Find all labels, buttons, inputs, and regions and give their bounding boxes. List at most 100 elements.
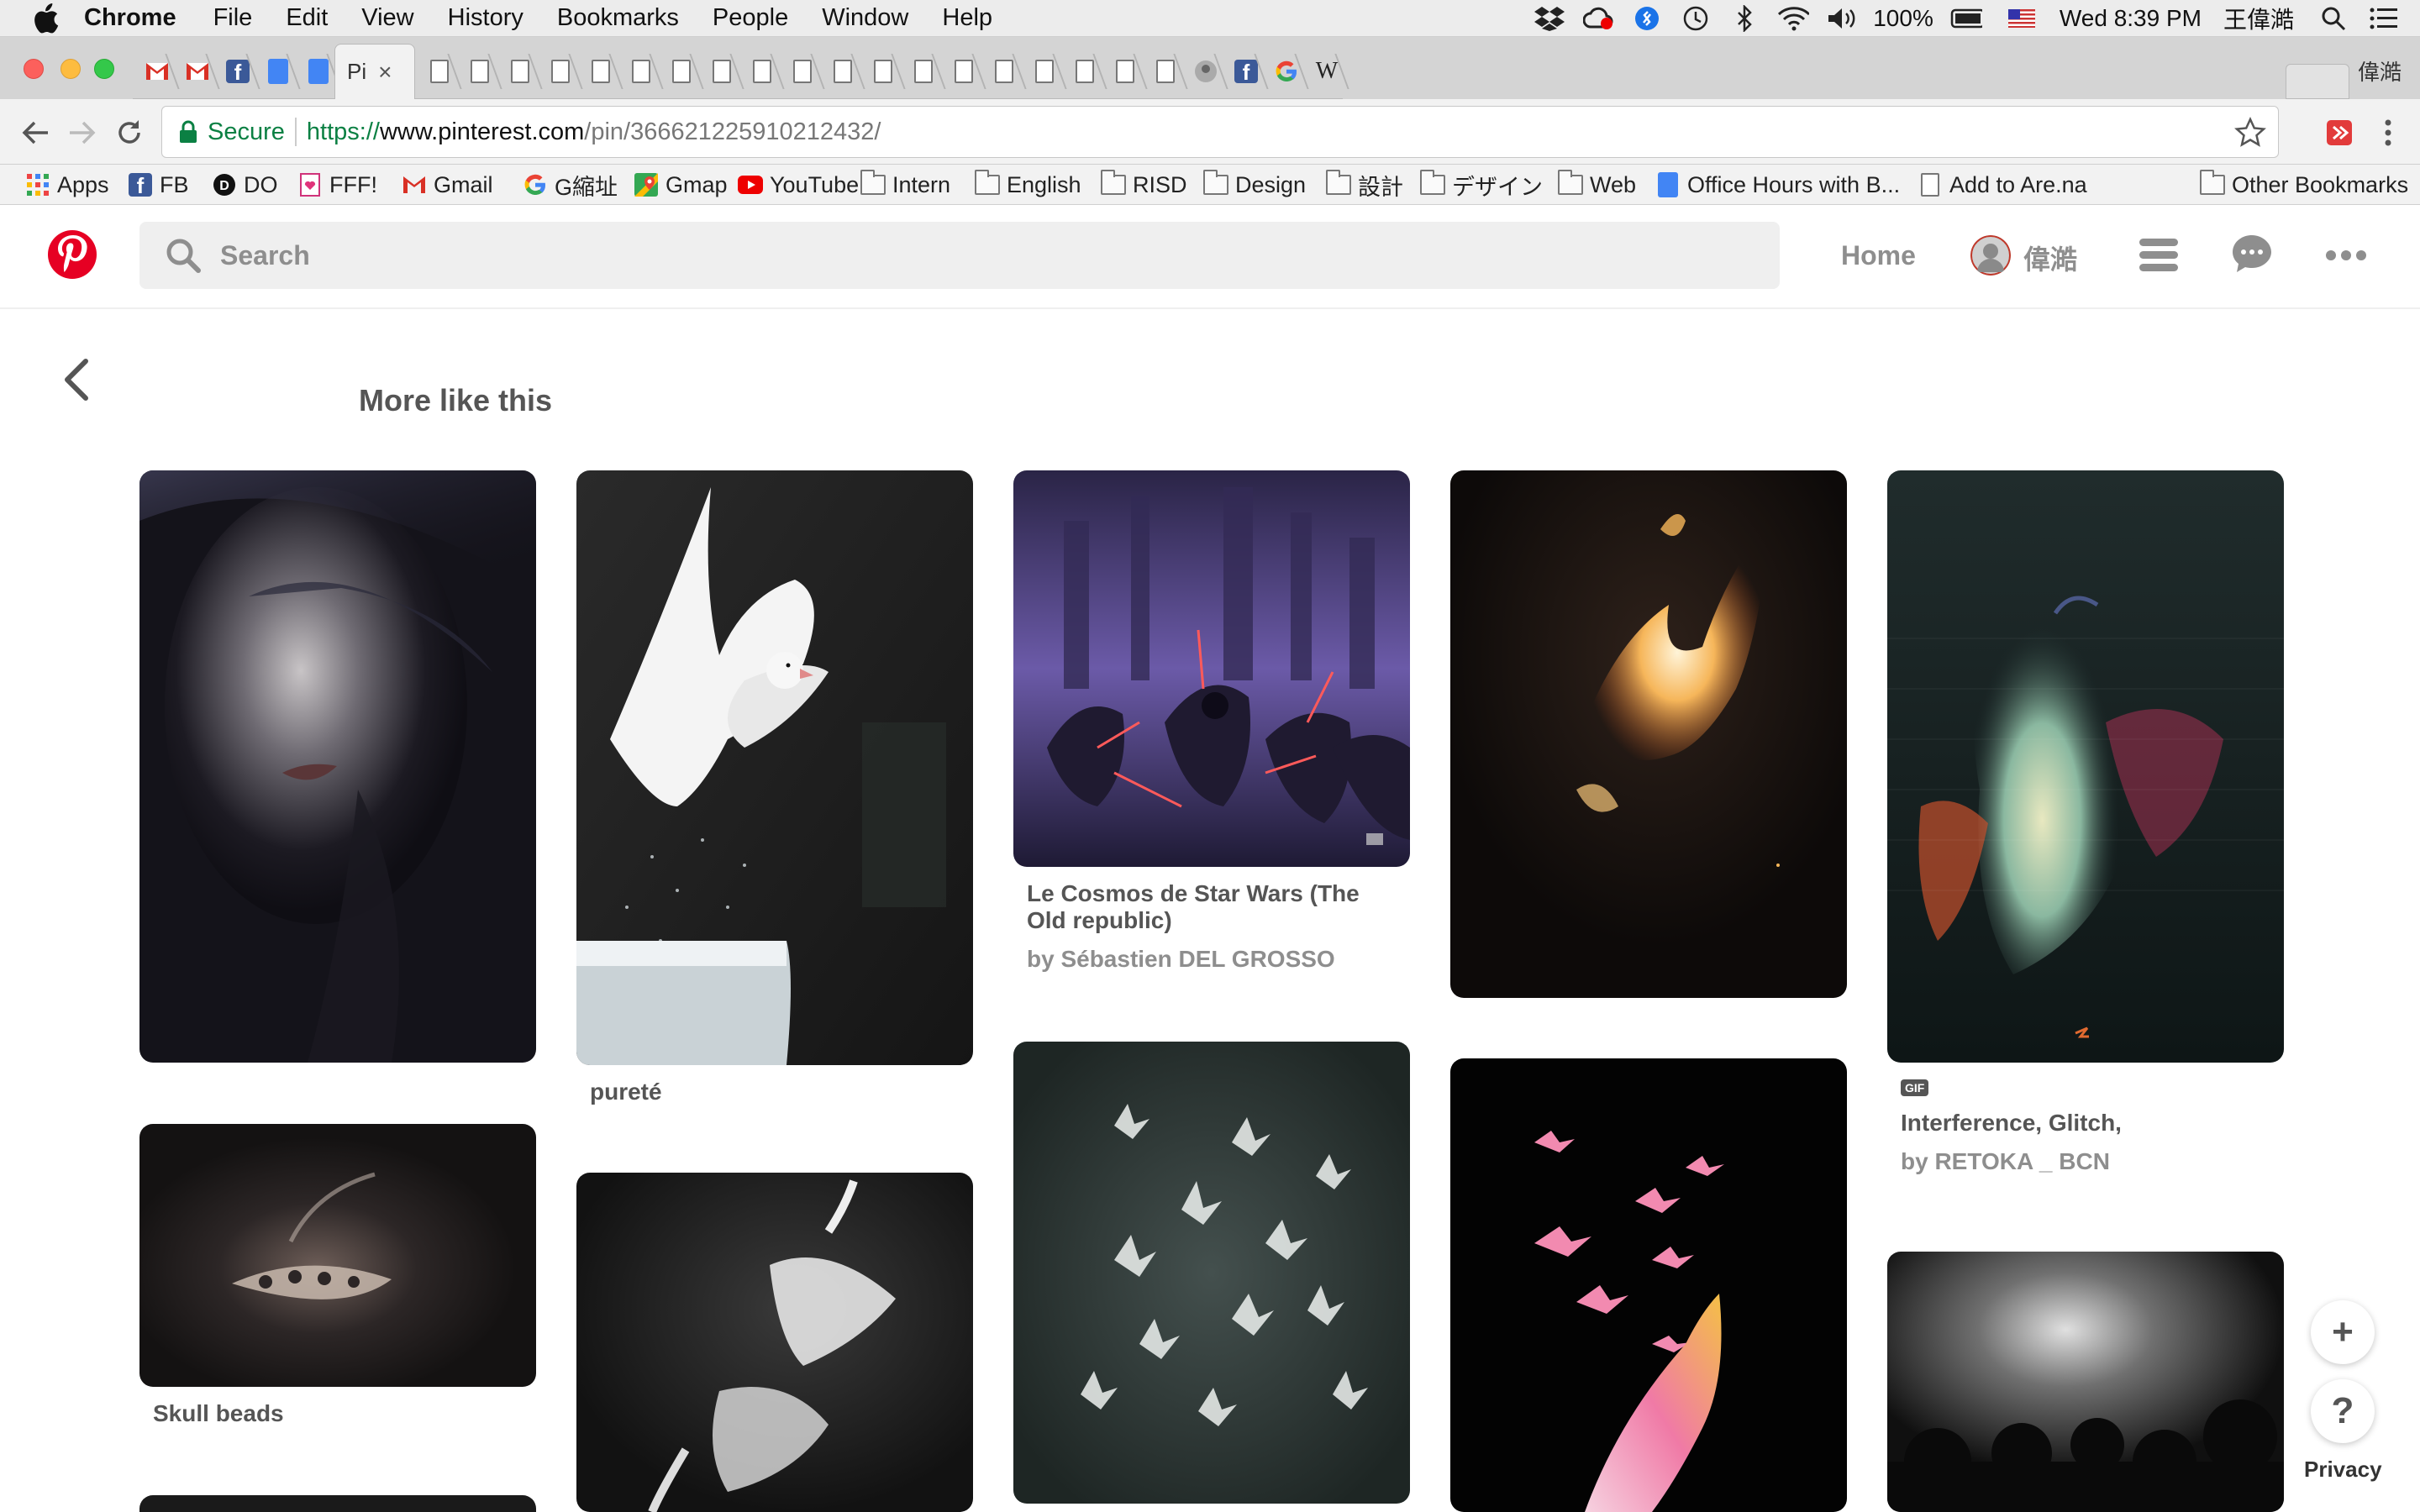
bookmark-item[interactable]: Office Hours with B... [1655,170,1900,200]
apple-icon[interactable] [29,2,62,35]
pin-title[interactable]: Le Cosmos de Star Wars (The Old republic… [1027,880,1397,934]
tab-4[interactable]: E [254,44,301,99]
profile-link[interactable]: 偉澔 [2023,239,2077,277]
bookmark-item[interactable]: FFF! [297,170,377,200]
menu-bookmarks[interactable]: Bookmarks [557,4,679,32]
messages-icon[interactable] [2231,234,2273,276]
bookmark-item[interactable]: Intern [860,170,950,200]
forward-nav-button[interactable] [64,114,101,151]
tab-18[interactable]: 6 [859,44,906,99]
help-button[interactable]: ? [2311,1379,2375,1443]
tab-12[interactable]: 9 [617,44,664,99]
pinterest-logo-icon[interactable] [48,230,97,279]
pin-image-pink-birds[interactable] [1450,1058,1847,1512]
dropbox-icon[interactable] [1534,4,1565,33]
pin-card[interactable] [139,470,536,1063]
pin-image-figures[interactable] [576,1173,973,1512]
tab-21[interactable]: c [980,44,1027,99]
pin-image-partial[interactable] [139,1495,536,1512]
tab-27[interactable]: fF [1222,44,1269,99]
tab-14[interactable]: 3 [697,44,744,99]
volume-icon[interactable] [1826,4,1858,33]
tab-20[interactable]: 5 [939,44,986,99]
tab-17[interactable]: 0 [818,44,865,99]
us-flag-icon[interactable] [2006,4,2038,33]
tab-22[interactable]: 1 [1020,44,1067,99]
battery-icon[interactable] [1950,4,1982,33]
menubar-clock[interactable]: Wed 8:39 PM [2060,5,2202,32]
bookmark-item[interactable]: D DO [212,170,278,200]
pin-image-concert[interactable] [1887,1252,2284,1512]
pin-image-glitch[interactable] [1887,470,2284,1063]
spotlight-search-icon[interactable] [2317,4,2349,33]
shazam-icon[interactable] [1631,4,1663,33]
tab-6[interactable]: Pi × [334,44,415,99]
tab-25[interactable]: G [1141,44,1188,99]
menu-window[interactable]: Window [822,4,908,32]
tab-7[interactable]: 5 [415,44,462,99]
minimize-window-button[interactable] [60,59,81,79]
pin-image-portrait[interactable] [139,470,536,1063]
pin-image-fire[interactable] [1450,470,1847,998]
tab-16[interactable]: 6 [778,44,825,99]
pin-card[interactable]: Le Cosmos de Star Wars (The Old republic… [1013,470,1410,973]
bookmark-item[interactable]: Add to Are.na [1918,170,2087,200]
bookmark-star-icon[interactable] [2234,116,2266,149]
menu-file[interactable]: File [213,4,253,32]
boards-menu-icon[interactable] [2139,237,2179,277]
pin-card[interactable]: pureté [576,470,973,1105]
chrome-menu-icon[interactable] [2370,114,2407,151]
add-pin-button[interactable]: + [2311,1300,2375,1364]
menu-people[interactable]: People [713,4,788,32]
back-nav-button[interactable] [17,114,54,151]
privacy-link[interactable]: Privacy [2304,1457,2382,1483]
pin-card[interactable] [576,1173,973,1512]
tab-28[interactable]: to [1262,44,1309,99]
time-machine-icon[interactable] [1680,4,1712,33]
bluetooth-icon[interactable] [1728,4,1760,33]
menu-history[interactable]: History [448,4,523,32]
menubar-user[interactable]: 王偉澔 [2223,2,2294,35]
tab-19[interactable]: b [899,44,946,99]
bookmark-item[interactable]: Web [1558,170,1636,200]
bookmark-item[interactable]: デザイン [1420,170,1543,200]
tab-15[interactable]: 0 [738,44,785,99]
tab-13[interactable]: d [657,44,704,99]
pin-card[interactable] [139,1495,536,1512]
bookmark-item[interactable]: Apps [25,170,109,200]
more-options-icon[interactable] [2325,247,2367,264]
pin-card[interactable] [1450,1058,1847,1512]
lock-icon[interactable] [174,118,203,146]
bookmark-item[interactable]: Gmail [402,170,493,200]
new-tab-button[interactable] [2286,64,2349,99]
bookmark-item[interactable]: Design [1203,170,1306,200]
pin-title[interactable]: Skull beads [153,1400,523,1427]
pin-card[interactable] [1013,1042,1410,1504]
tab-29[interactable]: WT [1302,44,1349,99]
extension-icon[interactable] [2321,114,2358,151]
tab-close-icon[interactable]: × [378,59,392,86]
tab-8[interactable]: e [455,44,502,99]
pin-attribution[interactable]: by Sébastien DEL GROSSO [1027,946,1397,973]
pin-title[interactable]: pureté [590,1079,960,1105]
bookmark-item[interactable]: RISD [1101,170,1187,200]
notification-center-icon[interactable] [2368,4,2400,33]
home-link[interactable]: Home [1841,240,1916,271]
pin-image-dove[interactable] [576,470,973,1065]
tab-1[interactable]: Ir [133,44,180,99]
other-bookmarks[interactable]: Other Bookmarks [2200,170,2408,200]
profile-name[interactable]: 偉澔 [2358,55,2402,87]
close-window-button[interactable] [24,59,44,79]
reload-button[interactable] [111,114,148,151]
pin-attribution[interactable]: by RETOKA _ BCN [1901,1148,2270,1175]
bookmark-item[interactable]: Gmap [634,170,728,200]
tab-26[interactable]: M [1181,44,1228,99]
bookmark-item[interactable]: YouTube [738,170,859,200]
pin-card[interactable] [1450,470,1847,998]
tab-2[interactable]: L [173,44,220,99]
tab-11[interactable]: b [576,44,623,99]
address-bar[interactable]: Secure https:// www.pinterest.com /pin/3… [161,106,2279,158]
pin-title[interactable]: Interference, Glitch, [1901,1110,2270,1137]
back-arrow-icon[interactable] [57,356,96,403]
zoom-window-button[interactable] [94,59,114,79]
